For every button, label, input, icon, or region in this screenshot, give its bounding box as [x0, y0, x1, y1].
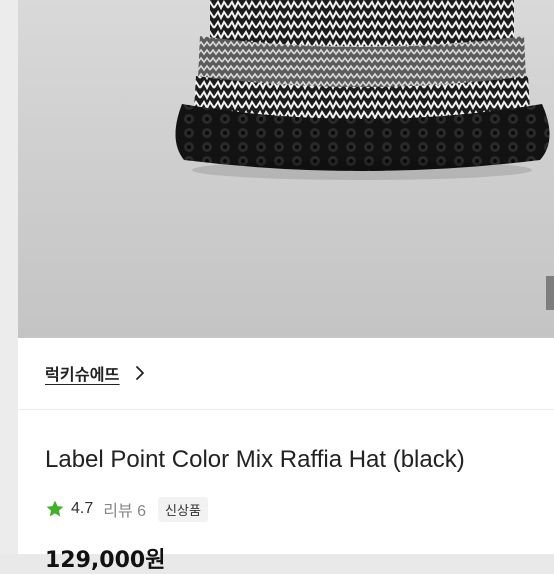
brand-link[interactable]: 럭키슈에뜨 — [45, 360, 150, 386]
star-icon — [45, 499, 65, 519]
gallery-scroll-indicator[interactable] — [546, 276, 554, 310]
review-count-link[interactable]: 리뷰 6 — [103, 497, 146, 521]
rating-value: 4.7 — [71, 500, 94, 517]
rating-row: 4.7 리뷰 6 신상품 — [45, 496, 208, 522]
chevron-right-icon[interactable] — [130, 363, 150, 383]
left-gutter — [0, 0, 18, 554]
section-divider — [18, 409, 554, 410]
brand-name[interactable]: 럭키슈에뜨 — [45, 361, 120, 385]
product-info-panel: 럭키슈에뜨 Label Point Color Mix Raffia Hat (… — [18, 338, 554, 573]
price: 129,000원 — [45, 548, 166, 573]
product-image[interactable] — [18, 0, 554, 338]
hat-image — [175, 0, 550, 180]
product-title: Label Point Color Mix Raffia Hat (black) — [45, 446, 465, 473]
new-product-badge: 신상품 — [158, 496, 208, 522]
